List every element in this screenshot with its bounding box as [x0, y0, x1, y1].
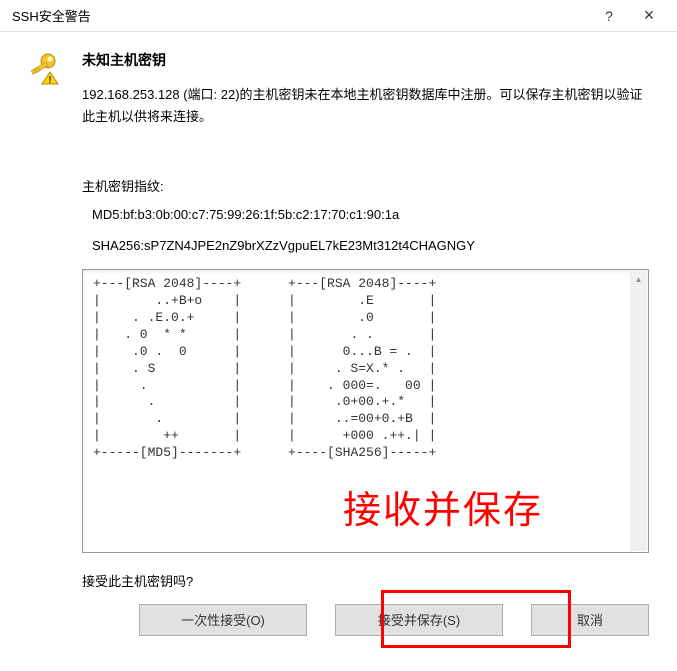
button-row: 一次性接受(O) 接受并保存(S) 取消 — [82, 604, 649, 636]
scroll-up-icon: ▴ — [630, 271, 647, 288]
icon-column: ! — [28, 50, 66, 636]
fingerprint-label: 主机密钥指纹: — [82, 176, 649, 195]
accept-save-button[interactable]: 接受并保存(S) — [335, 604, 503, 636]
scrollbar[interactable]: ▴ — [630, 271, 647, 551]
window-title: SSH安全警告 — [12, 6, 589, 25]
cancel-button[interactable]: 取消 — [531, 604, 649, 636]
fingerprint-sha256: SHA256:sP7ZN4JPE2nZ9brXZzVgpuEL7kE23Mt31… — [92, 238, 649, 253]
annotation-text: 接收并保存 — [343, 479, 543, 534]
ascii-art-container: +---[RSA 2048]----+ +---[RSA 2048]----+ … — [82, 269, 649, 553]
close-button[interactable]: × — [629, 1, 669, 31]
dialog-content: ! 未知主机密钥 192.168.253.128 (端口: 22)的主机密钥未在… — [0, 32, 677, 656]
help-icon: ? — [605, 8, 613, 24]
dialog-description: 192.168.253.128 (端口: 22)的主机密钥未在本地主机密钥数据库… — [82, 84, 649, 128]
fingerprint-md5: MD5:bf:b3:0b:00:c7:75:99:26:1f:5b:c2:17:… — [92, 207, 649, 222]
close-icon: × — [644, 5, 655, 26]
accept-once-button[interactable]: 一次性接受(O) — [139, 604, 307, 636]
svg-text:!: ! — [48, 75, 51, 86]
dialog-heading: 未知主机密钥 — [82, 50, 649, 70]
accept-prompt: 接受此主机密钥吗? — [82, 571, 649, 590]
ascii-art: +---[RSA 2048]----+ +---[RSA 2048]----+ … — [93, 276, 638, 462]
key-warning-icon: ! — [28, 74, 64, 89]
help-button[interactable]: ? — [589, 1, 629, 31]
main-column: 未知主机密钥 192.168.253.128 (端口: 22)的主机密钥未在本地… — [82, 50, 649, 636]
titlebar: SSH安全警告 ? × — [0, 0, 677, 32]
